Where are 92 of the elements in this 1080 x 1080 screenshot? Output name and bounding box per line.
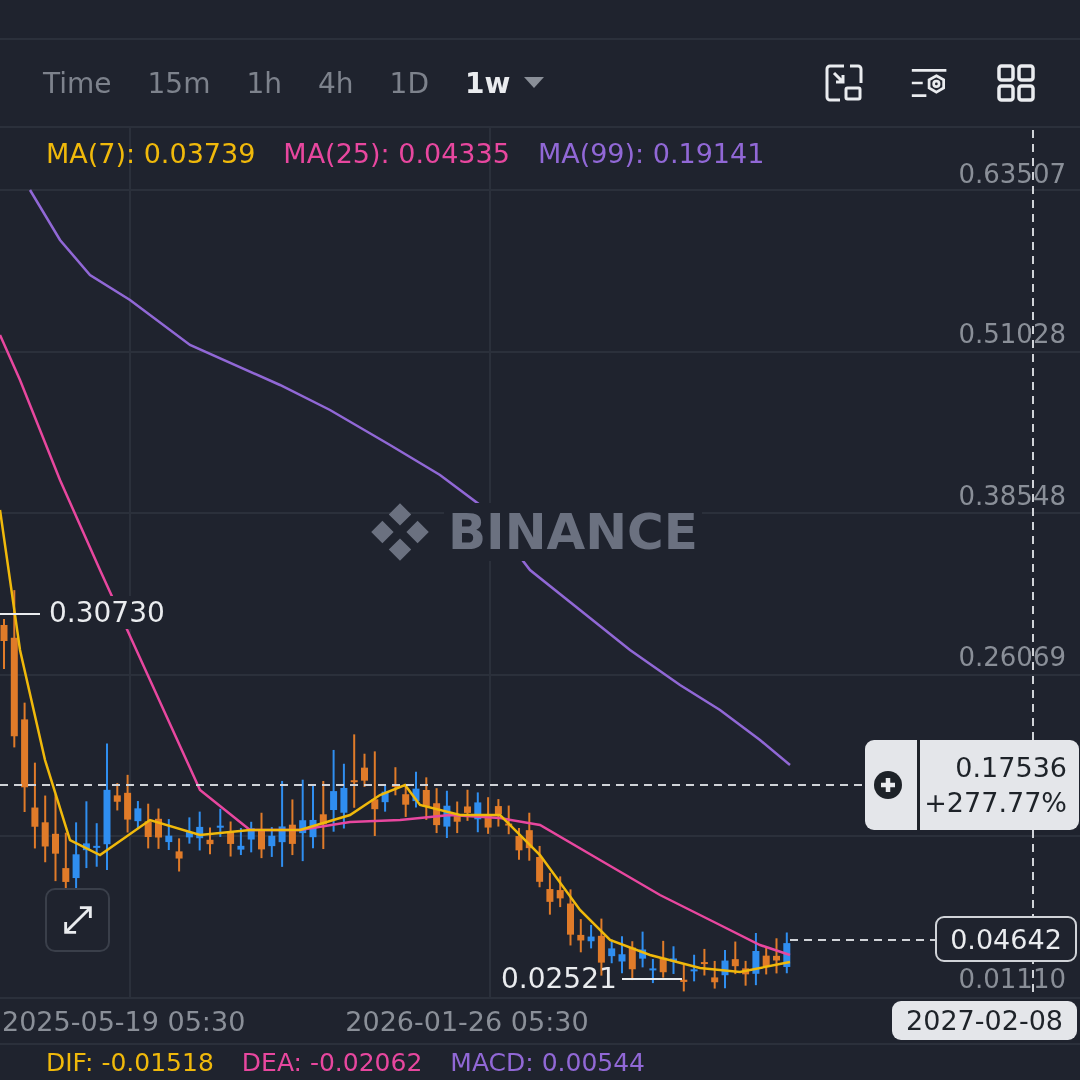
candlestick <box>515 826 523 861</box>
candlestick <box>484 796 492 835</box>
low-price-label: 0.02521 <box>500 962 618 995</box>
candlestick <box>247 820 255 854</box>
leader-line <box>621 978 683 980</box>
candlestick <box>618 935 626 975</box>
candlestick <box>381 783 389 813</box>
candlestick <box>268 826 276 858</box>
candlestick <box>587 923 595 950</box>
last-price-label: 0.04642 <box>935 916 1077 962</box>
candlestick <box>165 818 173 852</box>
candlestick <box>474 791 482 834</box>
candlestick <box>556 875 564 909</box>
candlestick <box>752 932 760 987</box>
candlestick <box>494 798 502 828</box>
candlestick <box>288 798 296 857</box>
candlestick <box>41 794 49 864</box>
candlestick <box>742 959 750 987</box>
candlestick <box>639 930 647 969</box>
candlestick <box>82 800 90 870</box>
candlestick <box>783 931 791 975</box>
interval-tab[interactable]: 1h <box>233 62 295 104</box>
candlestick <box>124 773 132 834</box>
interval-tab[interactable]: 1D <box>376 62 442 104</box>
candlestick <box>577 918 585 954</box>
leader-line <box>0 613 41 615</box>
candlestick <box>155 807 162 850</box>
candlestick <box>227 820 235 858</box>
candlestick <box>649 958 657 985</box>
candlestick <box>340 762 348 830</box>
macd-value-label: DIF: -0.01518 <box>46 1048 214 1077</box>
candlestick <box>309 784 317 850</box>
price-axis-label: 0.01110 <box>958 964 1066 994</box>
candlestick <box>175 837 183 873</box>
candlestick <box>391 766 399 797</box>
candlestick <box>700 947 708 977</box>
candlestick <box>453 800 461 835</box>
crosshair-date-label: 2027-02-08 <box>892 1001 1077 1040</box>
candlestick <box>762 947 770 976</box>
interval-tab[interactable]: 1w <box>451 62 558 104</box>
candlestick <box>422 776 430 821</box>
price-axis-label: 0.63507 <box>958 159 1066 189</box>
candlestick <box>731 940 739 976</box>
time-axis-label: 2025-05-19 05:30 <box>2 1005 246 1037</box>
candlestick <box>319 780 327 850</box>
indicator-label: MA(7): 0.03739 <box>46 138 256 169</box>
candlestick <box>567 888 574 947</box>
time-axis-label: 2026-01-26 05:30 <box>345 1005 589 1037</box>
candlestick <box>0 618 8 670</box>
candlestick <box>196 810 204 852</box>
fullscreen-exit-icon[interactable] <box>824 63 864 103</box>
candlestick <box>113 782 121 812</box>
candlestick <box>659 939 667 979</box>
interval-tab[interactable]: Time <box>30 62 125 104</box>
expand-button[interactable] <box>45 888 110 952</box>
indicator-label: MA(25): 0.04335 <box>283 138 510 169</box>
candlestick <box>361 752 368 788</box>
candlestick <box>525 811 533 862</box>
price-axis-label: 0.26069 <box>958 642 1066 672</box>
candlestick <box>433 787 441 835</box>
candlestick <box>690 953 698 983</box>
grid-icon[interactable] <box>996 63 1036 103</box>
price-axis-label: 0.38548 <box>958 481 1066 511</box>
candlestick <box>773 937 780 975</box>
interval-tab[interactable]: 4h <box>305 62 367 104</box>
price-change-percent: +277.77% <box>924 786 1067 820</box>
candlestick <box>680 963 688 993</box>
candlestick <box>412 770 420 809</box>
indicator-label: MA(99): 0.19141 <box>537 138 765 169</box>
candlestick <box>536 844 544 889</box>
crosshair-price: 0.17536 <box>955 750 1067 785</box>
candlestick <box>721 949 729 990</box>
candlestick <box>464 788 471 822</box>
plus-circle-icon[interactable] <box>873 770 903 800</box>
candlestick <box>546 871 554 916</box>
candlestick <box>258 811 265 860</box>
candlestick <box>711 959 719 990</box>
candlestick <box>237 827 245 857</box>
candlestick <box>216 807 224 838</box>
price-axis-label: 0.51028 <box>958 319 1066 349</box>
interval-tab[interactable]: 15m <box>134 62 224 104</box>
caret-icon <box>524 77 545 89</box>
candlestick <box>670 945 677 975</box>
candlestick <box>206 826 214 856</box>
macd-value-label: MACD: 0.00544 <box>450 1048 646 1077</box>
macd-value-label: DEA: -0.02062 <box>241 1048 423 1077</box>
candlestick <box>93 822 101 868</box>
candlestick <box>185 816 193 845</box>
candlestick <box>144 802 152 850</box>
candlestick <box>62 831 70 890</box>
chart-logo-text: BINANCE <box>444 503 702 561</box>
candlestick <box>505 804 513 836</box>
